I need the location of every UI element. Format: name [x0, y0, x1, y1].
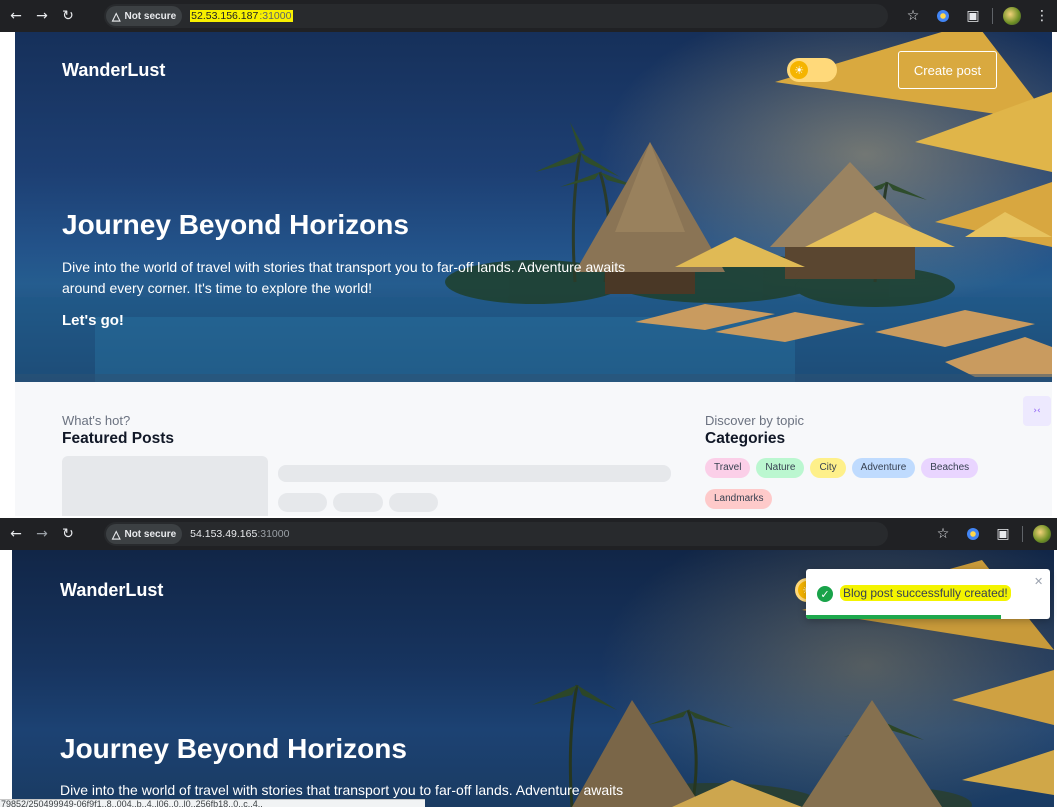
bookmark-star-icon[interactable]: ☆ [932, 523, 954, 545]
category-chip-beaches[interactable]: Beaches [921, 458, 979, 478]
featured-eyebrow: What's hot? [62, 413, 131, 428]
forward-icon[interactable]: → [32, 6, 52, 26]
featured-tag-skeleton [389, 493, 438, 512]
menu-kebab-icon[interactable]: ⋮ [1031, 5, 1053, 27]
hero-title: Journey Beyond Horizons [60, 733, 407, 764]
category-chip-nature[interactable]: Nature [756, 458, 805, 478]
check-circle-icon: ✓ [817, 586, 833, 602]
url-port: :31000 [259, 10, 294, 22]
security-label: Not secure [124, 10, 177, 22]
featured-post-image-skeleton [62, 456, 268, 516]
bookmark-star-icon[interactable]: ☆ [902, 5, 924, 27]
reload-icon[interactable]: ↻ [58, 6, 78, 26]
category-chip-adventure[interactable]: Adventure [851, 458, 916, 478]
url-port: :31000 [257, 528, 290, 540]
featured-tag-skeleton [333, 493, 383, 512]
theme-toggle[interactable]: ☀ [787, 58, 837, 82]
browser-actions: ☆ ▣ [928, 518, 1057, 550]
reload-icon[interactable]: ↻ [58, 524, 78, 544]
forward-icon[interactable]: → [32, 524, 52, 544]
resort-scene-image [15, 32, 1052, 382]
address-bar[interactable]: △ Not secure 52.53.156.187:31000 [104, 4, 888, 28]
warning-icon: △ [112, 528, 121, 541]
url-host: 54.153.49.165 [190, 528, 258, 540]
toast-message: Blog post successfully created! [840, 585, 1011, 601]
featured-title: Featured Posts [62, 430, 174, 447]
url-host: 52.53.156.187 [190, 10, 260, 22]
hero-section: WanderLust ☀ Create post Journey Beyond … [15, 32, 1052, 382]
security-chip[interactable]: △ Not secure [106, 6, 183, 26]
link-status-bar: 79852/250499949-06f9f1..8..004..b..4..l0… [0, 799, 425, 807]
site-logo[interactable]: WanderLust [60, 580, 163, 601]
extension-icon[interactable] [962, 523, 984, 545]
profile-avatar-icon[interactable] [1031, 523, 1053, 545]
extensions-puzzle-icon[interactable]: ▣ [992, 523, 1014, 545]
category-chip-list: Travel Nature City Adventure Beaches Landmark… [705, 455, 1025, 516]
browser-toolbar: ← → ↻ △ Not secure 54.153.49.165:31000 ☆… [0, 518, 1057, 550]
toast-progress-bar [806, 615, 1002, 619]
toolbar-divider [992, 8, 993, 24]
url-text[interactable]: 54.153.49.165:31000 [190, 528, 289, 540]
success-toast: ✓ Blog post successfully created! ✕ [806, 569, 1050, 619]
address-bar[interactable]: △ Not secure 54.153.49.165:31000 [104, 522, 888, 546]
hero-title: Journey Beyond Horizons [62, 209, 409, 240]
hero-description: Dive into the world of travel with stori… [62, 259, 626, 296]
create-post-button[interactable]: Create post [898, 51, 997, 89]
categories-title: Categories [705, 430, 786, 447]
home-content: What's hot? Featured Posts Discover by t… [15, 382, 1052, 516]
close-icon[interactable]: ✕ [1034, 575, 1043, 588]
categories-eyebrow: Discover by topic [705, 413, 804, 428]
site-logo[interactable]: WanderLust [62, 60, 165, 81]
security-chip[interactable]: △ Not secure [106, 524, 183, 544]
sun-icon: ☀ [790, 61, 808, 79]
featured-tag-skeleton [278, 493, 327, 512]
profile-avatar-icon[interactable] [1001, 5, 1023, 27]
collapse-icon[interactable]: ›‹ [1023, 396, 1051, 426]
category-chip-travel[interactable]: Travel [705, 458, 751, 478]
lets-go-link[interactable]: Let's go! [62, 312, 124, 329]
screenshot-bottom: ← → ↻ △ Not secure 54.153.49.165:31000 ☆… [0, 518, 1057, 807]
toolbar-divider [1022, 526, 1023, 542]
screenshot-top: ← → ↻ △ Not secure 52.53.156.187:31000 ☆… [0, 0, 1057, 516]
browser-toolbar: ← → ↻ △ Not secure 52.53.156.187:31000 ☆… [0, 0, 1057, 32]
url-text[interactable]: 52.53.156.187:31000 [190, 10, 294, 22]
featured-post-title-skeleton [278, 465, 671, 482]
extensions-puzzle-icon[interactable]: ▣ [962, 5, 984, 27]
back-icon[interactable]: ← [6, 524, 26, 544]
warning-icon: △ [112, 10, 121, 23]
security-label: Not secure [124, 528, 177, 540]
category-chip-landmarks[interactable]: Landmarks [705, 489, 773, 509]
browser-actions: ☆ ▣ ⋮ [898, 0, 1057, 32]
back-icon[interactable]: ← [6, 6, 26, 26]
category-chip-city[interactable]: City [810, 458, 846, 478]
extension-icon[interactable] [932, 5, 954, 27]
